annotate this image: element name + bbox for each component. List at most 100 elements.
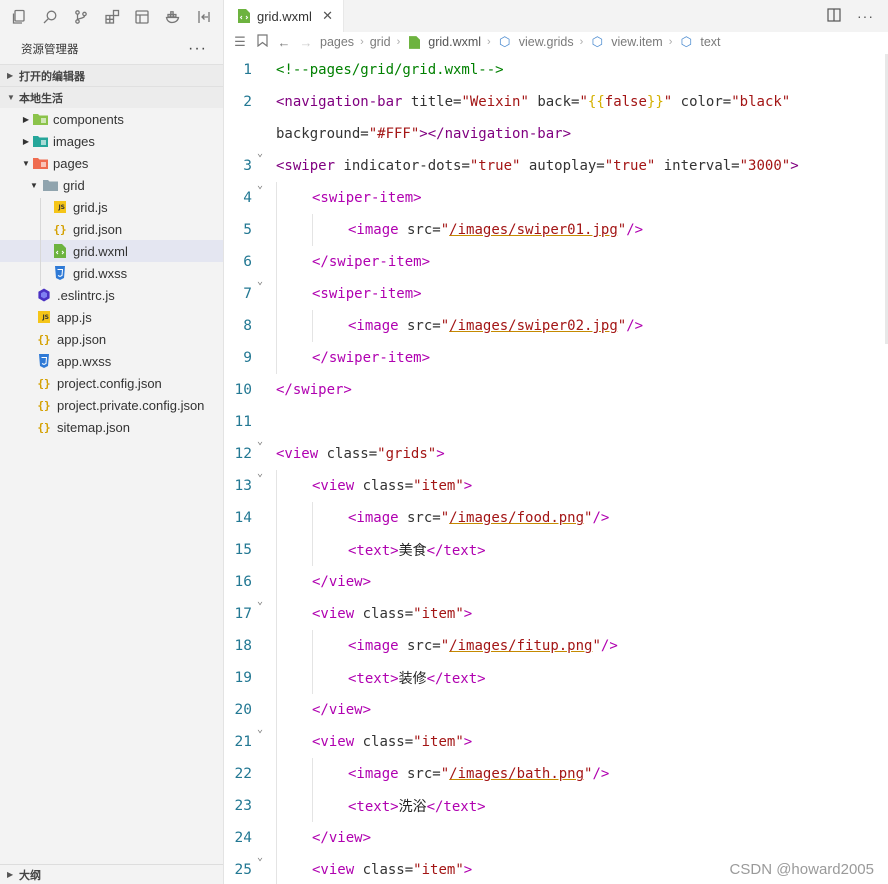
code-line[interactable]: 15 <text>美食</text> [224, 534, 888, 566]
indent-guide [312, 534, 313, 566]
search-icon[interactable] [39, 5, 62, 29]
code-token: "item" [413, 606, 464, 622]
code-line[interactable]: 9 </swiper-item> [224, 342, 888, 374]
back-arrow-icon[interactable]: ← [276, 35, 292, 50]
breadcrumb-item[interactable]: pages [320, 35, 354, 49]
code-line[interactable]: 4 ⌄ <swiper-item> [224, 180, 888, 214]
code-line[interactable]: 5 <image src="/images/swiper01.jpg"/> [224, 214, 888, 246]
code-line[interactable]: 17 ⌄ <view class="item"> [224, 596, 888, 630]
tree-item-components[interactable]: ▶ components [0, 108, 223, 130]
tree-item-sitemap[interactable]: {} sitemap.json [0, 416, 223, 438]
tree-item-label: grid [63, 177, 85, 193]
code-text: <view class="grids"> [276, 446, 445, 462]
breadcrumb-item[interactable]: text [700, 35, 720, 49]
tree-item-eslintrc[interactable]: .eslintrc.js [0, 284, 223, 306]
extensions-icon[interactable] [100, 5, 123, 29]
code-token: </view> [312, 574, 372, 590]
indent-guide [312, 790, 313, 822]
tree-item-grid[interactable]: ▼ grid [0, 174, 223, 196]
more-icon[interactable]: ··· [857, 8, 874, 24]
code-line[interactable]: 8 <image src="/images/swiper02.jpg"/> [224, 310, 888, 342]
code-line[interactable]: 2 <navigation-bar title="Weixin" back="{{… [224, 86, 888, 118]
code-line[interactable]: 3 ⌄ <swiper indicator-dots="true" autoplay… [224, 148, 888, 182]
js-file-icon: JS [52, 199, 68, 215]
tree-item-project-private-config[interactable]: {} project.private.config.json [0, 394, 223, 416]
code-line[interactable]: 24 </view> [224, 822, 888, 854]
tree-indent-guide [40, 198, 41, 286]
fold-chevron-icon[interactable]: ⌄ [257, 596, 263, 607]
code-token: autoplay= [520, 158, 605, 174]
breadcrumb-item[interactable]: view.item [611, 35, 662, 49]
fold-chevron-icon[interactable]: ⌄ [257, 724, 263, 735]
outline-section[interactable]: ▶ 大纲 [0, 864, 223, 884]
collapse-icon[interactable] [192, 5, 215, 29]
code-line[interactable]: 11 [224, 406, 888, 438]
code-line[interactable]: 6 </swiper-item> [224, 246, 888, 278]
code-line[interactable]: 22 <image src="/images/bath.png"/> [224, 758, 888, 790]
open-editors-section[interactable]: ▶ 打开的编辑器 [0, 64, 223, 86]
tree-item-label: grid.json [73, 221, 123, 237]
code-line[interactable]: 20 </view> [224, 694, 888, 726]
workspace-section[interactable]: ▼ 本地生活 [0, 86, 223, 108]
breadcrumb-item[interactable]: grid.wxml [428, 35, 481, 49]
tree-item-grid-js[interactable]: JS grid.js [0, 196, 223, 218]
tree-item-project-config[interactable]: {} project.config.json [0, 372, 223, 394]
element-icon: ⬡ [591, 34, 603, 49]
code-token: <text> [348, 799, 399, 815]
tree-item-app-wxss[interactable]: app.wxss [0, 350, 223, 372]
fold-chevron-icon[interactable]: ⌄ [257, 276, 263, 287]
line-number: 23 [234, 798, 252, 814]
tree-item-app-js[interactable]: JS app.js [0, 306, 223, 328]
more-actions-button[interactable]: ··· [188, 41, 207, 57]
fold-chevron-icon[interactable]: ⌄ [257, 148, 263, 159]
breadcrumb-item[interactable]: view.grids [519, 35, 574, 49]
code-token: <text> [348, 543, 399, 559]
code-line[interactable]: 18 <image src="/images/fitup.png"/> [224, 630, 888, 662]
code-line[interactable]: 12 ⌄ <view class="grids"> [224, 436, 888, 470]
line-number: 25 [234, 862, 252, 878]
code-line[interactable]: 21 ⌄ <view class="item"> [224, 724, 888, 758]
tree-item-grid-wxml[interactable]: grid.wxml [0, 240, 223, 262]
code-token: > [790, 158, 799, 174]
code-token: <image [348, 766, 399, 782]
code-line[interactable]: 23 <text>洗浴</text> [224, 790, 888, 822]
json-file-icon: {} [37, 398, 51, 412]
fold-chevron-icon[interactable]: ⌄ [257, 468, 263, 479]
split-editor-icon[interactable] [827, 7, 841, 25]
bookmark-icon[interactable] [254, 34, 270, 50]
tree-item-images[interactable]: ▶ images [0, 130, 223, 152]
forward-arrow-icon[interactable]: → [298, 35, 314, 50]
code-editor[interactable]: 1 <!--pages/grid/grid.wxml--> 2 <navigation… [224, 54, 888, 884]
code-line[interactable]: 13 ⌄ <view class="item"> [224, 468, 888, 502]
tab-grid-wxml[interactable]: grid.wxml ✕ [224, 0, 344, 32]
fold-chevron-icon[interactable]: ⌄ [257, 436, 263, 447]
indent-guide [276, 214, 277, 246]
tree-item-pages[interactable]: ▼ pages [0, 152, 223, 174]
code-token: </text> [426, 543, 486, 559]
code-token: " [592, 638, 601, 654]
layout-icon[interactable] [131, 5, 154, 29]
code-line[interactable]: 14 <image src="/images/food.png"/> [224, 502, 888, 534]
docker-icon[interactable] [162, 5, 185, 29]
tree-item-grid-json[interactable]: {} grid.json [0, 218, 223, 240]
indent-guide [276, 182, 277, 214]
indent-guide [312, 758, 313, 790]
line-number: 22 [234, 766, 252, 782]
list-icon[interactable]: ☰ [232, 34, 248, 50]
code-token: </swiper-item> [312, 350, 431, 366]
breadcrumb-item[interactable]: grid [370, 35, 391, 49]
close-icon[interactable]: ✕ [322, 8, 333, 24]
fold-chevron-icon[interactable]: ⌄ [257, 180, 263, 191]
tree-item-app-json[interactable]: {} app.json [0, 328, 223, 350]
code-line[interactable]: 7 ⌄ <swiper-item> [224, 276, 888, 310]
code-token: <image [348, 318, 399, 334]
fold-chevron-icon[interactable]: ⌄ [257, 852, 263, 863]
tree-item-grid-wxss[interactable]: grid.wxss [0, 262, 223, 284]
code-line[interactable]: 1 <!--pages/grid/grid.wxml--> [224, 54, 888, 86]
code-line[interactable]: 19 <text>装修</text> [224, 662, 888, 694]
code-line[interactable]: background="#FFF"></navigation-bar> [224, 118, 888, 150]
explorer-icon[interactable] [8, 5, 31, 29]
source-control-icon[interactable] [69, 5, 92, 29]
code-line[interactable]: 10 </swiper> [224, 374, 888, 406]
code-line[interactable]: 16 </view> [224, 566, 888, 598]
